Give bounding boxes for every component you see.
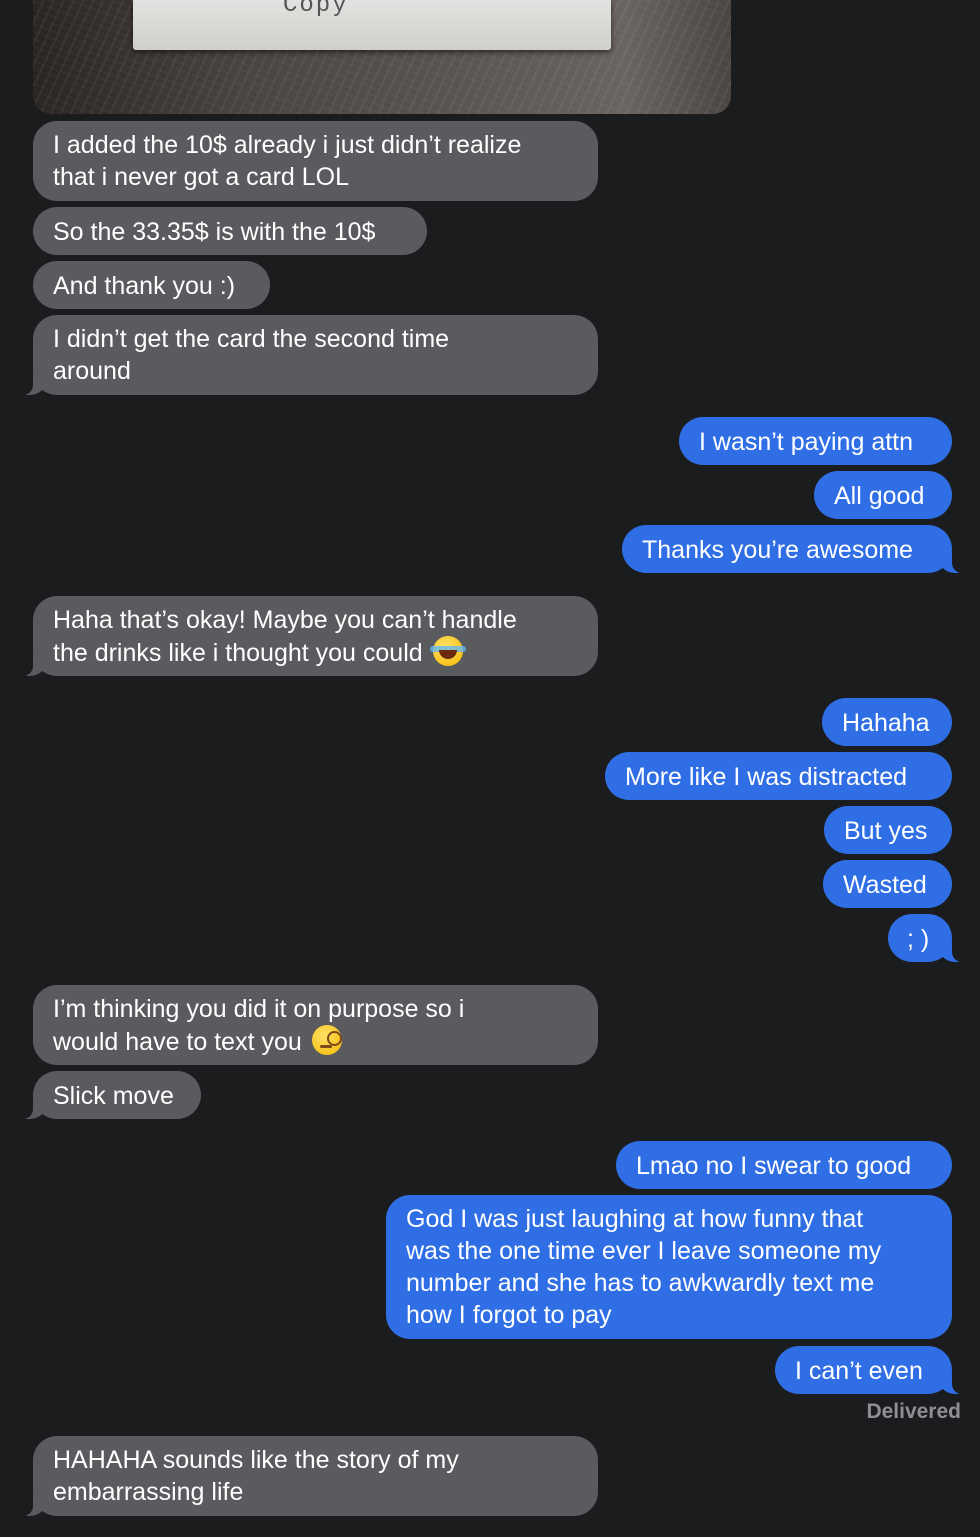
message-sent[interactable]: All good <box>814 471 952 519</box>
message-text: Lmao no I swear to good <box>636 1152 912 1180</box>
photo-caption: Copy <box>283 0 349 19</box>
message-sent[interactable]: But yes <box>824 806 952 854</box>
delivered-status: Delivered <box>866 1400 961 1423</box>
message-sent[interactable]: More like I was distracted <box>605 752 952 800</box>
message-text: So the 33.35$ is with the 10$ <box>53 218 376 246</box>
message-text: But yes <box>844 817 928 845</box>
message-line: was the one time ever I leave someone my <box>406 1237 882 1265</box>
message-line: around <box>53 357 131 385</box>
message-text: Hahaha <box>842 709 930 737</box>
message-sent[interactable]: Lmao no I swear to good <box>616 1141 952 1189</box>
message-text: And thank you :) <box>53 272 236 300</box>
message-text: ; ) <box>907 925 930 953</box>
message-text: I can’t even <box>795 1357 923 1385</box>
message-line: I’m thinking you did it on purpose so i <box>53 995 465 1023</box>
message-text: More like I was distracted <box>625 763 908 791</box>
face-with-monocle-icon <box>311 1025 342 1055</box>
message-received[interactable]: Haha that’s okay! Maybe you can’t handle… <box>23 596 598 676</box>
message-line: HAHAHA sounds like the story of my <box>53 1446 459 1474</box>
message-received[interactable]: I didn’t get the card the second time ar… <box>23 315 598 395</box>
message-received[interactable]: Slick move <box>23 1071 201 1119</box>
message-sent[interactable]: God I was just laughing at how funny tha… <box>386 1195 952 1339</box>
message-received[interactable]: I added the 10$ already i just didn’t re… <box>33 121 598 201</box>
message-line: that i never got a card LOL <box>53 163 350 191</box>
message-sent[interactable]: I wasn’t paying attn <box>679 417 952 465</box>
message-line: God I was just laughing at how funny tha… <box>406 1205 864 1233</box>
message-received[interactable]: I’m thinking you did it on purpose so i … <box>33 985 598 1065</box>
message-line: the drinks like i thought you could <box>53 636 578 669</box>
message-sent[interactable]: ; ) <box>888 914 962 962</box>
message-text: Slick move <box>53 1082 174 1110</box>
face-with-tears-of-joy-icon <box>429 636 466 666</box>
message-received[interactable]: So the 33.35$ is with the 10$ <box>33 207 427 255</box>
message-text: Wasted <box>843 871 927 899</box>
message-line: I didn’t get the card the second time <box>53 325 450 353</box>
message-received[interactable]: HAHAHA sounds like the story of my embar… <box>23 1436 598 1516</box>
photo-attachment[interactable]: Copy <box>33 0 731 114</box>
message-line: Haha that’s okay! Maybe you can’t handle <box>53 606 517 634</box>
message-line: how I forgot to pay <box>406 1301 612 1329</box>
message-sent[interactable]: I can’t even <box>775 1346 962 1394</box>
message-line: would have to text you <box>53 1025 578 1058</box>
message-sent[interactable]: Thanks you’re awesome <box>622 525 962 573</box>
message-sent[interactable]: Wasted <box>823 860 952 908</box>
message-sent[interactable]: Hahaha <box>822 698 952 746</box>
receipt-paper: Copy <box>133 0 611 50</box>
message-line: number and she has to awkwardly text me <box>406 1269 875 1297</box>
message-line: I added the 10$ already i just didn’t re… <box>53 131 522 159</box>
message-received[interactable]: And thank you :) <box>33 261 270 309</box>
message-text: All good <box>834 482 925 510</box>
message-line: embarrassing life <box>53 1478 244 1506</box>
message-text: Thanks you’re awesome <box>642 536 913 564</box>
message-text: I wasn’t paying attn <box>699 428 914 456</box>
